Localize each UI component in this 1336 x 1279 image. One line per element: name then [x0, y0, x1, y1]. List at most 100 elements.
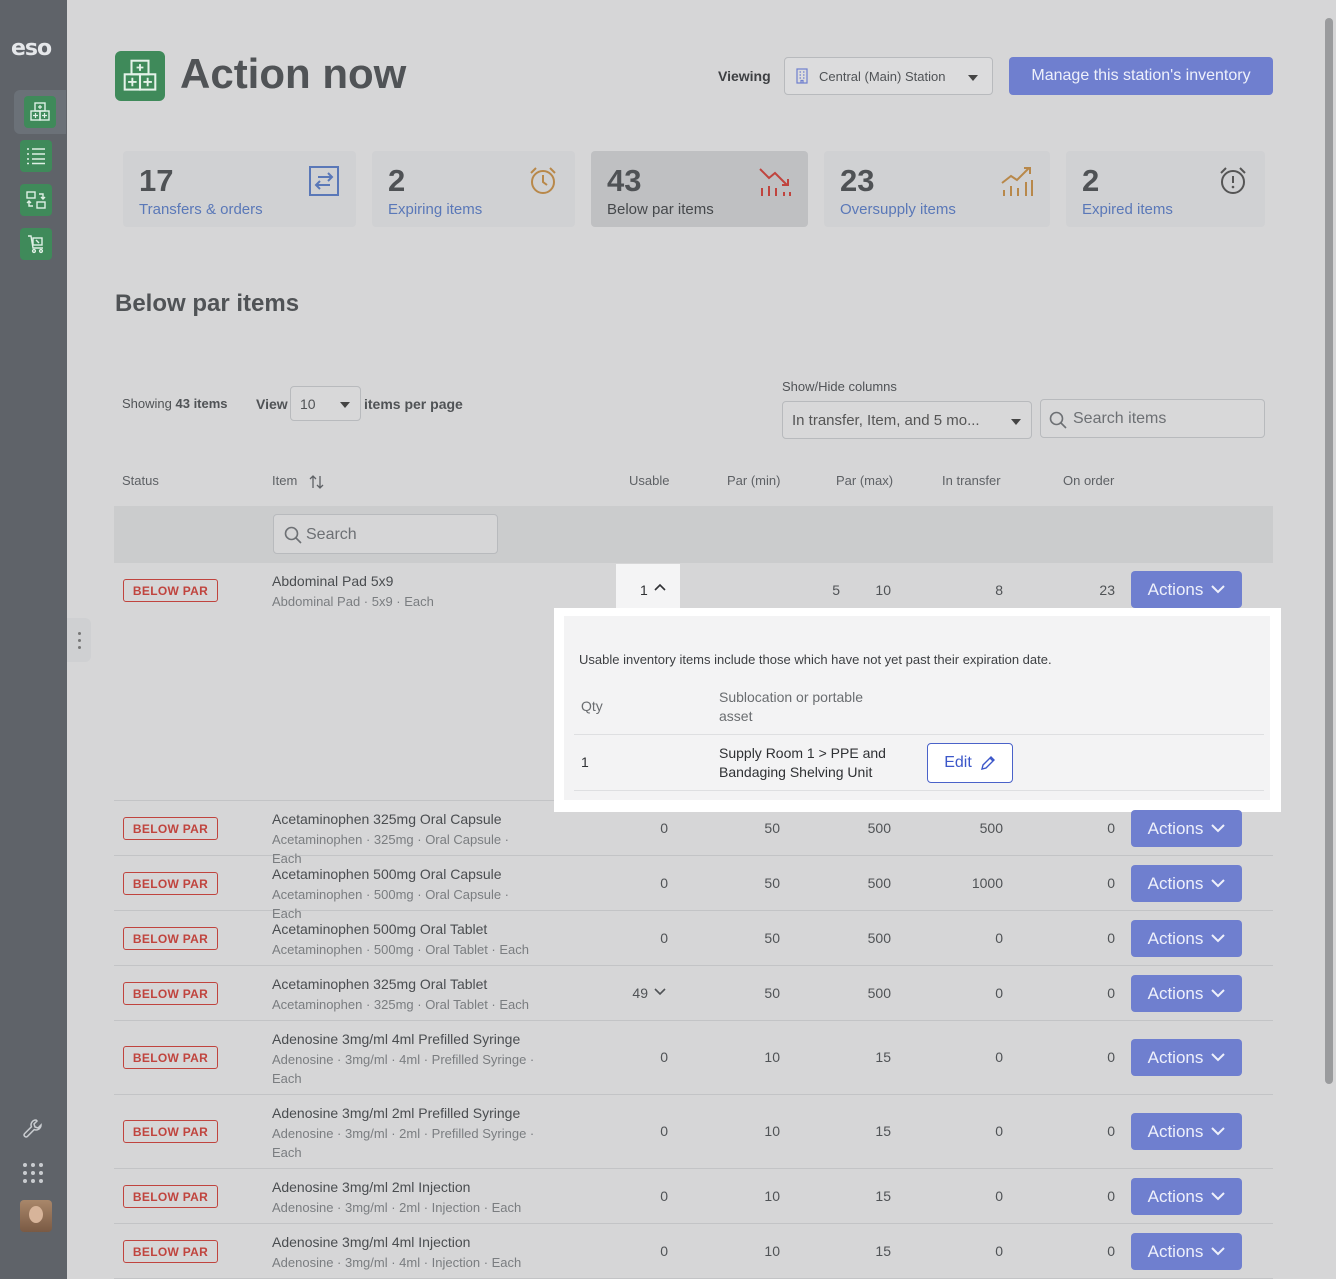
on-order-value: 0	[1107, 930, 1115, 946]
chevron-up-icon	[654, 583, 666, 591]
transfer-icon	[309, 166, 339, 196]
actions-button[interactable]: Actions	[1131, 1039, 1242, 1076]
per-page-label: items per page	[364, 396, 463, 412]
card-transfers-orders[interactable]: 17 Transfers & orders	[123, 151, 356, 227]
card-expiring[interactable]: 2 Expiring items	[372, 151, 575, 227]
actions-button[interactable]: Actions	[1131, 865, 1242, 902]
show-hide-columns-label: Show/Hide columns	[782, 379, 897, 394]
building-icon	[796, 68, 808, 84]
columns-select[interactable]: In transfer, Item, and 5 mo...	[782, 401, 1032, 439]
table-row: BELOW PAR Acetaminophen 325mg Oral Capsu…	[114, 801, 1273, 866]
wrench-icon[interactable]	[22, 1118, 44, 1140]
app-grid-icon[interactable]	[22, 1162, 44, 1184]
view-label: View	[256, 396, 288, 412]
actions-button[interactable]: Actions	[1131, 1113, 1242, 1150]
on-order-value: 0	[1107, 1049, 1115, 1065]
in-transfer-value: 0	[995, 1049, 1003, 1065]
item-search-input[interactable]: Search	[273, 514, 498, 554]
col-header-par-min: Par (min)	[727, 473, 781, 488]
par-max-value: 15	[875, 1049, 891, 1065]
card-oversupply[interactable]: 23 Oversupply items	[824, 151, 1050, 227]
per-page-select[interactable]: 10	[290, 386, 361, 421]
table-row: BELOW PAR Adenosine 3mg/ml 2ml Prefilled…	[114, 1095, 1273, 1169]
chevron-down-icon	[1211, 824, 1226, 833]
item-description: Acetaminophen · 325mg · Oral Tablet · Ea…	[272, 997, 530, 1012]
actions-button[interactable]: Actions	[1131, 1233, 1242, 1270]
per-page-value: 10	[300, 396, 316, 412]
nav-cart[interactable]	[20, 228, 52, 260]
chart-up-icon	[1001, 167, 1033, 196]
nav-list[interactable]	[20, 140, 52, 172]
table-row: BELOW PAR Adenosine 3mg/ml 4ml Injection…	[114, 1224, 1273, 1279]
card-below-par[interactable]: 43 Below par items	[591, 151, 808, 227]
on-order-value: 0	[1107, 985, 1115, 1001]
on-order-value: 0	[1107, 1243, 1115, 1259]
card-label: Expiring items	[388, 201, 483, 218]
actions-button[interactable]: Actions	[1131, 810, 1242, 847]
usable-note: Usable inventory items include those whi…	[579, 652, 1052, 667]
first-aid-icon	[24, 96, 56, 128]
item-description: Adenosine · 3mg/ml · 2ml · Prefilled Syr…	[272, 1126, 535, 1160]
usable-value[interactable]: 49	[606, 985, 648, 1001]
actions-button[interactable]: Actions	[1131, 975, 1242, 1012]
chevron-down-icon	[968, 75, 978, 81]
chevron-down-icon	[1211, 934, 1226, 943]
par-min-value: 10	[764, 1049, 780, 1065]
location-value: Supply Room 1 > PPE and Bandaging Shelvi…	[719, 745, 886, 780]
col-header-item[interactable]: Item	[272, 473, 325, 490]
station-select-value: Central (Main) Station	[819, 68, 946, 84]
nav-transfers[interactable]	[20, 184, 52, 216]
sidebar-collapse-handle[interactable]	[67, 618, 91, 662]
in-transfer-value: 0	[995, 1123, 1003, 1139]
actions-button[interactable]: Actions	[1131, 920, 1242, 957]
nav-action-now[interactable]	[14, 90, 66, 134]
actions-button[interactable]: Actions	[1131, 571, 1242, 608]
col-header-usable: Usable	[629, 473, 670, 488]
par-min-value: 50	[764, 930, 780, 946]
item-description: Abdominal Pad · 5x9 · Each	[272, 594, 434, 609]
card-expired[interactable]: 2 Expired items	[1066, 151, 1265, 227]
search-items-input[interactable]: Search items	[1040, 399, 1265, 438]
chevron-down-icon	[1211, 585, 1226, 594]
par-min-value: 50	[764, 820, 780, 836]
card-label: Oversupply items	[840, 201, 956, 218]
section-title: Below par items	[115, 290, 300, 317]
par-max-value: 500	[867, 875, 891, 891]
in-transfer-value: 1000	[971, 875, 1003, 891]
search-icon	[1049, 411, 1067, 429]
usable-value: 0	[660, 1243, 668, 1259]
user-avatar[interactable]	[20, 1200, 52, 1232]
location-header: Sublocation or portable asset	[719, 689, 863, 724]
item-name: Adenosine 3mg/ml 4ml Prefilled Syringe	[272, 1031, 521, 1047]
chart-down-icon	[759, 168, 791, 196]
usable-value: 1	[640, 582, 648, 598]
in-transfer-value: 8	[995, 582, 1003, 598]
usable-value: 0	[660, 1049, 668, 1065]
col-header-in-transfer: In transfer	[942, 473, 1001, 488]
item-name: Adenosine 3mg/ml 2ml Injection	[272, 1179, 471, 1195]
action-now-icon	[115, 51, 165, 101]
on-order-value: 0	[1107, 1123, 1115, 1139]
search-items-placeholder: Search items	[1073, 410, 1167, 427]
col-header-on-order: On order	[1063, 473, 1115, 488]
in-transfer-value: 0	[995, 1243, 1003, 1259]
chevron-down-icon[interactable]	[654, 988, 666, 996]
sort-icon[interactable]	[309, 474, 325, 490]
par-max-value: 15	[875, 1123, 891, 1139]
usable-value: 0	[660, 820, 668, 836]
col-header-status: Status	[122, 473, 159, 488]
list-icon	[27, 148, 45, 165]
edit-button[interactable]: Edit	[927, 743, 1013, 783]
actions-button[interactable]: Actions	[1131, 1178, 1242, 1215]
par-max-value: 15	[875, 1188, 891, 1204]
chevron-down-icon	[1211, 1127, 1226, 1136]
par-max-value: 10	[875, 582, 891, 598]
station-select[interactable]: Central (Main) Station	[784, 57, 993, 95]
par-min-value: 10	[764, 1123, 780, 1139]
columns-select-value: In transfer, Item, and 5 mo...	[792, 412, 980, 429]
table-row: BELOW PAR Acetaminophen 325mg Oral Table…	[114, 966, 1273, 1021]
on-order-value: 0	[1107, 820, 1115, 836]
manage-inventory-button[interactable]: Manage this station's inventory	[1009, 57, 1273, 95]
scrollbar[interactable]	[1325, 18, 1333, 1084]
chevron-down-icon	[1211, 1247, 1226, 1256]
